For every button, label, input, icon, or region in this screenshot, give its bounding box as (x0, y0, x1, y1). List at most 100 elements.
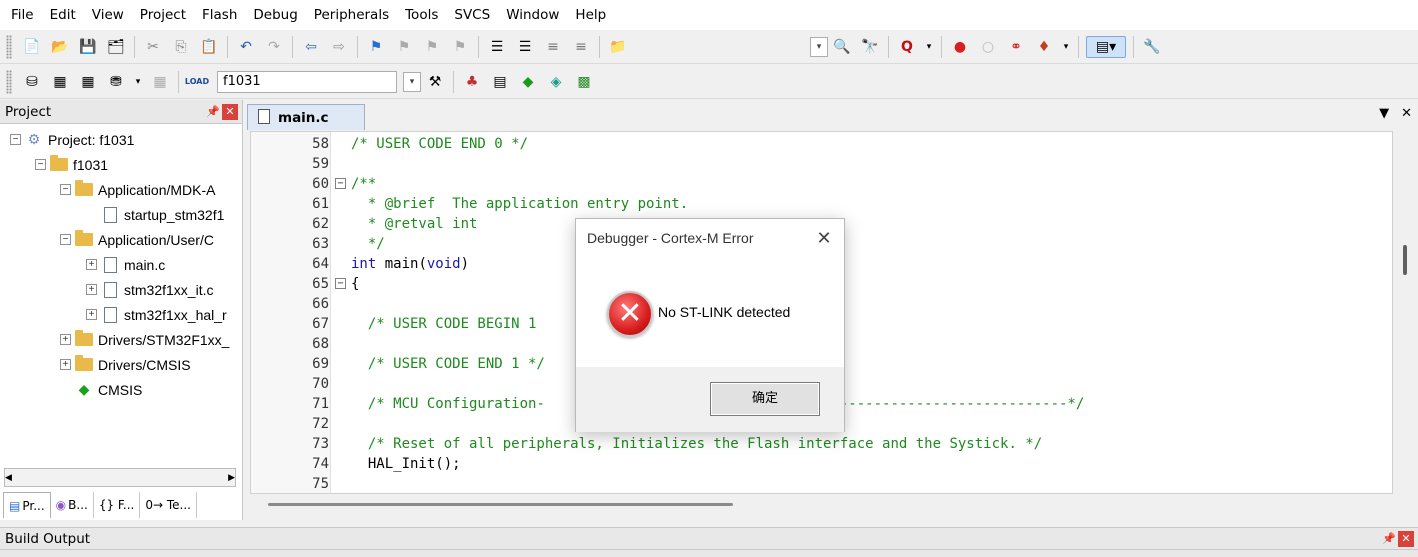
menu-item-help[interactable]: Help (567, 0, 614, 30)
menu-item-debug[interactable]: Debug (245, 0, 305, 30)
close-icon[interactable]: ✕ (1398, 530, 1414, 547)
batch-dropdown-icon[interactable]: ▾ (133, 71, 143, 93)
tree-item[interactable]: − Application/MDK-A (0, 177, 242, 202)
collapse-icon[interactable]: − (10, 134, 21, 145)
scroll-left-icon[interactable]: ◀ (5, 473, 12, 483)
collapse-icon[interactable]: − (60, 184, 71, 195)
open-folder-icon[interactable]: 📂 (49, 36, 71, 58)
build-icon[interactable]: ▦ (49, 71, 71, 93)
incremental-find-icon[interactable]: 🔭 (859, 36, 881, 58)
menu-item-peripherals[interactable]: Peripherals (306, 0, 397, 30)
breakpoints-dropdown-icon[interactable]: ▾ (1061, 36, 1071, 58)
debug-session-icon[interactable]: Q (896, 36, 918, 58)
target-select[interactable]: f1031 (217, 70, 397, 93)
fold-toggle-icon[interactable]: − (335, 178, 346, 189)
undo-icon[interactable]: ↶ (235, 36, 257, 58)
tree-item[interactable]: − ⚙ Project: f1031 (0, 127, 242, 152)
tab-project[interactable]: ▤ Pr... (3, 492, 51, 518)
stop-build-icon[interactable]: ▦ (149, 71, 171, 93)
tab-main-c[interactable]: main.c (247, 104, 365, 130)
debug-dropdown-icon[interactable]: ▾ (924, 36, 934, 58)
dialog-close-icon[interactable]: ✕ (804, 228, 844, 249)
menu-item-svcs[interactable]: SVCS (446, 0, 498, 30)
pin-icon[interactable]: 📌 (1380, 532, 1398, 545)
find-dropdown[interactable]: ▾ (810, 36, 828, 57)
scroll-right-icon[interactable]: ▶ (228, 473, 235, 483)
component-viewer-icon[interactable]: ▩ (573, 71, 595, 93)
expand-icon[interactable]: + (86, 259, 97, 270)
prev-bookmark-icon[interactable]: ⚑ (393, 36, 415, 58)
find-icon[interactable]: 🔍 (831, 36, 853, 58)
toolbar-grip[interactable] (6, 34, 12, 59)
project-hscrollbar[interactable]: ◀ ▶ (4, 468, 236, 487)
tree-item[interactable]: − f1031 (0, 152, 242, 177)
menu-item-project[interactable]: Project (132, 0, 194, 30)
rebuild-icon[interactable]: ▦ (77, 71, 99, 93)
editor-vscrollbar-thumb[interactable] (1403, 245, 1407, 275)
save-all-icon[interactable]: 🗂 (105, 36, 127, 58)
kill-breakpoints-icon[interactable]: ♦ (1033, 36, 1055, 58)
menu-item-file[interactable]: File (3, 0, 42, 30)
menu-item-flash[interactable]: Flash (194, 0, 245, 30)
toolbar-grip[interactable] (6, 69, 12, 94)
manage-runtime-icon[interactable]: ◆ (517, 71, 539, 93)
tree-item[interactable]: + stm32f1xx_it.c (0, 277, 242, 302)
close-tab-icon[interactable]: ✕ (1401, 106, 1412, 121)
tab-books[interactable]: ◉ B... (51, 492, 94, 518)
tree-item[interactable]: + Drivers/CMSIS (0, 352, 242, 377)
editor-hscrollbar-thumb[interactable] (268, 503, 733, 506)
configure-icon[interactable]: 🔧 (1141, 36, 1163, 58)
window-layout-icon[interactable]: ▤▾ (1086, 35, 1126, 58)
options-for-target-icon[interactable]: ⚒ (424, 71, 446, 93)
next-bookmark-icon[interactable]: ⚑ (421, 36, 443, 58)
tree-item[interactable]: ◆ CMSIS (0, 377, 242, 402)
indent-icon[interactable]: ☰ (486, 36, 508, 58)
select-packs-icon[interactable]: ▤ (489, 71, 511, 93)
menu-item-view[interactable]: View (84, 0, 132, 30)
ok-button[interactable]: 确定 (710, 382, 820, 416)
find-in-files-icon[interactable]: 📁 (607, 36, 629, 58)
pack-installer-icon[interactable]: ◈ (545, 71, 567, 93)
comment-icon[interactable]: ≡ (542, 36, 564, 58)
translate-icon[interactable]: ⛁ (21, 71, 43, 93)
expand-icon[interactable]: + (60, 334, 71, 345)
tree-item[interactable]: + main.c (0, 252, 242, 277)
collapse-icon[interactable]: − (35, 159, 46, 170)
expand-icon[interactable]: + (86, 309, 97, 320)
nav-forward-icon[interactable]: ⇨ (328, 36, 350, 58)
cut-icon[interactable]: ✂ (142, 36, 164, 58)
menu-item-window[interactable]: Window (498, 0, 567, 30)
tree-item[interactable]: + stm32f1xx_hal_r (0, 302, 242, 327)
tree-item[interactable]: + Drivers/STM32F1xx_ (0, 327, 242, 352)
batch-build-icon[interactable]: ⛃ (105, 71, 127, 93)
menu-item-tools[interactable]: Tools (397, 0, 446, 30)
pin-icon[interactable]: 📌 (204, 105, 222, 118)
nav-back-icon[interactable]: ⇦ (300, 36, 322, 58)
breakpoint-icon[interactable]: ● (949, 36, 971, 58)
copy-icon[interactable]: ⎘ (170, 36, 192, 58)
disable-breakpoint-icon[interactable]: ○ (977, 36, 999, 58)
close-icon[interactable]: ✕ (222, 103, 238, 120)
tree-item[interactable]: − Application/User/C (0, 227, 242, 252)
expand-icon[interactable]: + (86, 284, 97, 295)
unindent-icon[interactable]: ☰ (514, 36, 536, 58)
paste-icon[interactable]: 📋 (198, 36, 220, 58)
collapse-icon[interactable]: − (60, 234, 71, 245)
save-icon[interactable]: 💾 (77, 36, 99, 58)
fold-toggle-icon[interactable]: − (335, 278, 346, 289)
tree-item[interactable]: startup_stm32f1 (0, 202, 242, 227)
redo-icon[interactable]: ↷ (263, 36, 285, 58)
tab-templates[interactable]: 0→ Te... (140, 492, 197, 518)
new-file-icon[interactable]: 📄 (21, 36, 43, 58)
menu-item-edit[interactable]: Edit (42, 0, 84, 30)
uncomment-icon[interactable]: ≡ (570, 36, 592, 58)
download-icon[interactable]: LOAD (185, 71, 209, 93)
expand-icon[interactable]: + (60, 359, 71, 370)
bookmark-icon[interactable]: ⚑ (365, 36, 387, 58)
clear-bookmarks-icon[interactable]: ⚑ (449, 36, 471, 58)
target-dropdown[interactable]: ▾ (403, 71, 421, 92)
tab-list-dropdown-icon[interactable]: ▼ (1379, 106, 1389, 121)
manage-project-items-icon[interactable]: ♣ (461, 71, 483, 93)
tab-functions[interactable]: {} F... (94, 492, 141, 518)
disable-all-breakpoints-icon[interactable]: ⚭ (1005, 36, 1027, 58)
